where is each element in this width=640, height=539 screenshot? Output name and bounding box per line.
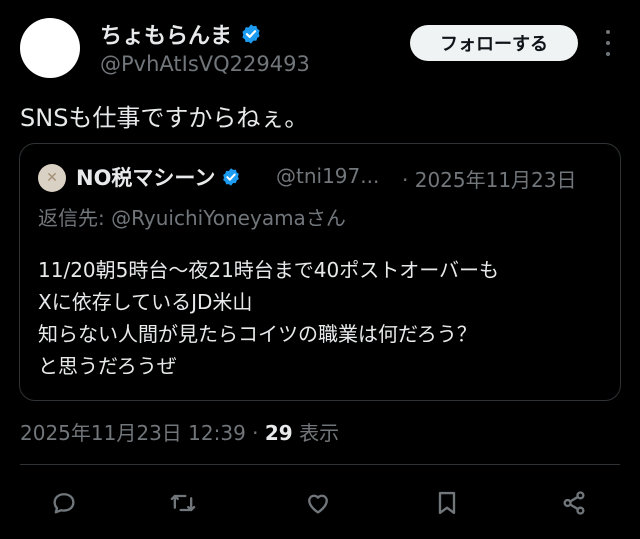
quoted-verified-badge-icon [223, 168, 240, 186]
quoted-avatar: ✕ [38, 164, 66, 192]
author-name-row[interactable]: ちょもらんま [100, 18, 262, 50]
reply-suffix: さん [305, 206, 346, 230]
quoted-line: Xに依存しているJD米山 [38, 290, 253, 314]
tweet-meta: 2025年11月23日 12:39 · 29 表示 [20, 417, 339, 446]
reply-mention[interactable]: @RyuichiYoneyama [111, 206, 306, 230]
views-count: 29 [264, 421, 293, 445]
retweet-button[interactable] [167, 487, 199, 519]
like-button[interactable] [302, 487, 334, 519]
reply-icon [53, 493, 75, 514]
follow-button[interactable]: フォローする [410, 25, 578, 61]
share-icon [563, 491, 585, 515]
bookmark-button[interactable] [431, 487, 463, 519]
share-button[interactable] [558, 487, 590, 519]
quoted-name-row: NO税マシーン [76, 162, 241, 192]
verified-badge-icon [242, 24, 260, 44]
quoted-reply-to: 返信先: @RyuichiYoneyamaさん [38, 202, 346, 231]
quoted-line: と思うだろうぜ [38, 354, 177, 378]
reply-prefix: 返信先: [38, 206, 112, 230]
quoted-handle: @tni197... [276, 164, 380, 188]
reply-button[interactable] [48, 487, 80, 519]
quoted-date: · 2025年11月23日 [402, 168, 577, 192]
tweet-text: SNSも仕事ですからねぇ。 [20, 104, 309, 132]
author-handle[interactable]: @PvhAtIsVQ229493 [100, 52, 310, 76]
meta-separator: · [245, 421, 265, 445]
more-options-icon[interactable] [598, 30, 618, 56]
views-label: 表示 [299, 421, 340, 445]
quoted-display-name: NO税マシーン [76, 166, 216, 190]
divider [20, 464, 620, 465]
retweet-icon [170, 494, 196, 512]
quoted-line: 11/20朝5時台〜夜21時台まで40ポストオーバーも [38, 258, 500, 282]
quoted-line: 知らない人間が見たらコイツの職業は何だろう？ [38, 322, 477, 346]
bookmark-icon [438, 491, 456, 515]
tweet-timestamp[interactable]: 2025年11月23日 12:39 [20, 421, 246, 445]
quoted-tweet-text: 11/20朝5時台〜夜21時台まで40ポストオーバーも Xに依存しているJD米山… [38, 254, 608, 382]
quoted-tweet-card[interactable]: ✕ NO税マシーン @tni197... · 2025年11月23日 返信先: … [19, 143, 621, 401]
avatar[interactable] [20, 18, 80, 78]
like-icon [308, 494, 328, 514]
author-display-name[interactable]: ちょもらんま [100, 18, 232, 50]
